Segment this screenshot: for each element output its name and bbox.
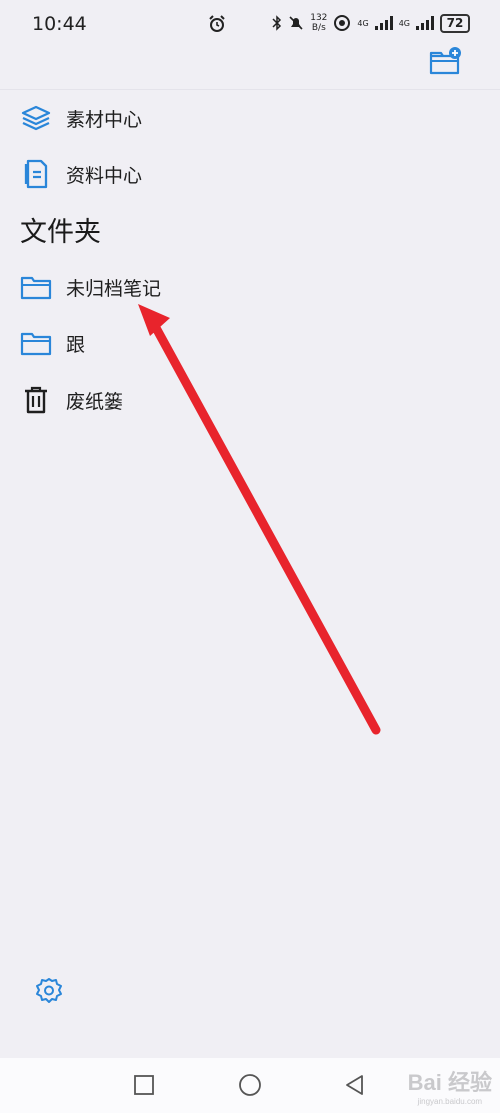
annotation-arrow (138, 304, 381, 735)
home-button[interactable] (238, 1074, 262, 1098)
watermark: Bai 经验 jingyan.baidu.com (408, 1065, 492, 1106)
recent-apps-button[interactable] (133, 1074, 155, 1096)
watermark-sub: jingyan.baidu.com (417, 1097, 483, 1106)
back-button[interactable] (344, 1074, 364, 1096)
watermark-text: Bai 经验 (407, 1070, 492, 1095)
settings-gear-icon[interactable] (34, 976, 64, 1006)
